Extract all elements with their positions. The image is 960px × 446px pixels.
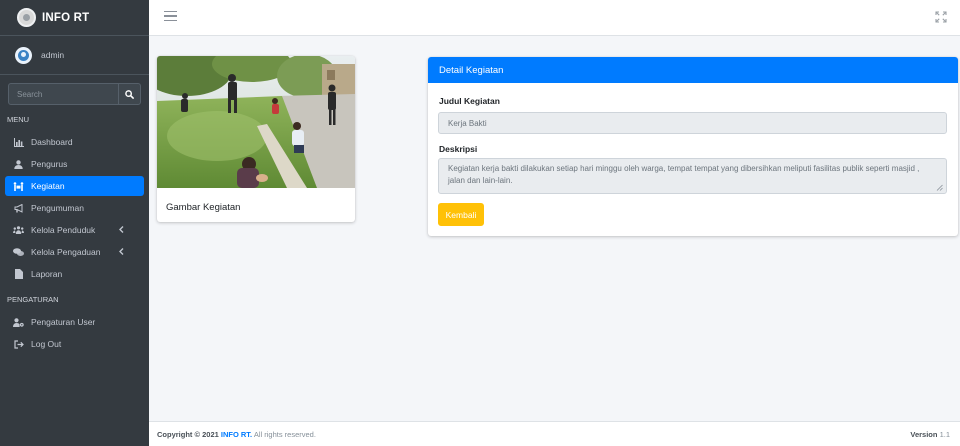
bullhorn-icon <box>12 203 25 213</box>
fullscreen-icon[interactable] <box>934 10 948 24</box>
sidebar-item-label: Kelola Penduduk <box>31 225 96 235</box>
sidebar-item-label: Pengurus <box>31 159 68 169</box>
deskripsi-field[interactable]: Kegiatan kerja bakti dilakukan setiap ha… <box>438 158 947 194</box>
sidebar-item-label: Log Out <box>31 339 62 349</box>
user-cog-icon <box>12 317 25 327</box>
sidebar-item-label: Kegiatan <box>31 181 65 191</box>
sidebar-item-pengaturan-user[interactable]: Pengaturan User <box>5 312 144 332</box>
sidebar-item-kelola-penduduk[interactable]: Kelola Penduduk <box>5 220 144 240</box>
sidebar-item-label: Dashboard <box>31 137 73 147</box>
search-input[interactable] <box>9 84 118 104</box>
nav-header-settings: PENGATURAN <box>7 295 59 304</box>
sidebar: INFO RT admin MENU Dashboard Pengurus Ke… <box>0 0 149 446</box>
user-icon <box>12 159 25 169</box>
footer-brand-link[interactable]: INFO RT. <box>221 430 252 439</box>
version: Version 1.1 <box>910 430 950 439</box>
avatar <box>15 46 32 64</box>
version-label: Version <box>910 429 938 439</box>
sidebar-item-pengurus[interactable]: Pengurus <box>5 154 144 174</box>
detail-card: Detail Kegiatan Judul Kegiatan Kerja Bak… <box>428 57 958 236</box>
copyright-prefix: Copyright © 2021 <box>157 429 219 439</box>
chevron-left-icon <box>119 247 124 257</box>
sign-out-icon <box>12 339 25 349</box>
sidebar-item-label: Pengumuman <box>31 203 84 213</box>
people-carry-icon <box>12 181 25 191</box>
copyright: Copyright © 2021 INFO RT. All rights res… <box>157 430 316 439</box>
judul-label: Judul Kegiatan <box>439 96 500 106</box>
sidebar-item-label: Laporan <box>31 269 63 279</box>
image-caption: Gambar Kegiatan <box>166 202 241 213</box>
sidebar-item-label: Pengaturan User <box>31 317 96 327</box>
activity-photo <box>157 56 355 188</box>
file-icon <box>12 269 25 279</box>
detail-card-title: Detail Kegiatan <box>428 57 958 83</box>
menu-toggle-icon[interactable] <box>164 11 177 24</box>
footer: Copyright © 2021 INFO RT. All rights res… <box>149 421 960 446</box>
activity-image-card: Gambar Kegiatan <box>157 56 355 222</box>
brand-name: INFO RT <box>42 11 90 24</box>
search-button[interactable] <box>118 84 140 104</box>
sidebar-item-kegiatan[interactable]: Kegiatan <box>5 176 144 196</box>
sidebar-item-dashboard[interactable]: Dashboard <box>5 132 144 152</box>
sidebar-item-label: Kelola Pengaduan <box>31 247 101 257</box>
resize-handle-icon[interactable] <box>936 184 943 191</box>
back-button[interactable]: Kembali <box>438 203 484 226</box>
chevron-left-icon <box>119 225 124 235</box>
sidebar-item-laporan[interactable]: Laporan <box>5 264 144 284</box>
users-icon <box>12 226 25 234</box>
user-panel[interactable]: admin <box>0 36 149 75</box>
deskripsi-label: Deskripsi <box>439 144 478 154</box>
judul-field[interactable]: Kerja Bakti <box>438 112 947 134</box>
top-navbar <box>149 0 960 36</box>
deskripsi-text: Kegiatan kerja bakti dilakukan setiap ha… <box>448 164 920 185</box>
chart-icon <box>12 137 25 147</box>
sidebar-item-kelola-pengaduan[interactable]: Kelola Pengaduan <box>5 242 144 262</box>
sidebar-item-pengumuman[interactable]: Pengumuman <box>5 198 144 218</box>
search-icon <box>125 89 134 99</box>
user-name: admin <box>41 50 65 60</box>
rights-text: All rights reserved. <box>253 429 316 439</box>
sidebar-search <box>8 83 141 105</box>
brand-logo-icon <box>17 8 36 27</box>
nav-header-menu: MENU <box>7 115 30 124</box>
comments-icon <box>12 247 25 257</box>
version-number: 1.1 <box>939 429 950 439</box>
sidebar-item-log-out[interactable]: Log Out <box>5 334 144 354</box>
brand-link[interactable]: INFO RT <box>0 0 149 36</box>
